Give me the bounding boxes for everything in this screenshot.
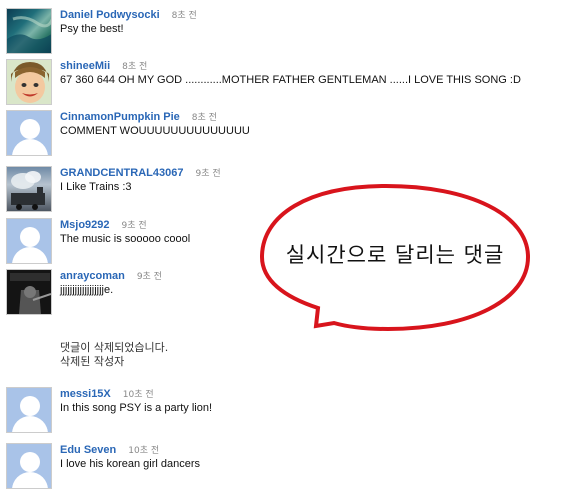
default-person-icon: [20, 452, 40, 472]
comment-time: 10초 전: [128, 446, 160, 456]
avatar[interactable]: [6, 166, 52, 212]
avatar[interactable]: [6, 443, 52, 489]
comment-username[interactable]: messi15X 10초 전: [60, 387, 154, 400]
callout-text: 실시간으로 달리는 댓글: [286, 243, 505, 267]
comment-text: The music is sooooo coool: [60, 233, 191, 245]
comment-time: 8초 전: [122, 62, 148, 72]
comment-time: 9초 전: [121, 221, 147, 231]
comment-text: Psy the best!: [60, 23, 124, 35]
train-smoke-icon: [11, 171, 45, 210]
cartoon-face-icon: [11, 62, 49, 103]
comment-text: 67 360 644 OH MY GOD ............MOTHER …: [60, 74, 521, 86]
comment-username[interactable]: GRANDCENTRAL43067 9초 전: [60, 166, 221, 179]
avatar[interactable]: [6, 8, 52, 54]
default-person-icon: [20, 119, 40, 139]
comment-username[interactable]: shineeMii 8초 전: [60, 59, 147, 72]
avatar[interactable]: [6, 59, 52, 105]
avatar[interactable]: [6, 269, 52, 315]
comment-text: COMMENT WOUUUUUUUUUUUUUU: [60, 125, 250, 137]
comment-time: 10초 전: [122, 390, 154, 400]
default-person-icon: [20, 396, 40, 416]
comment-text: I Like Trains :3: [60, 181, 132, 193]
comment-text: I love his korean girl dancers: [60, 458, 201, 470]
comment-username[interactable]: Msjo9292 9초 전: [60, 218, 147, 231]
comment-text: In this song PSY is a party lion!: [60, 402, 213, 414]
comment-time: 8초 전: [191, 113, 217, 123]
default-person-icon: [20, 227, 40, 247]
avatar[interactable]: [6, 218, 52, 264]
comment-time: 8초 전: [171, 11, 197, 21]
comment-text: jjjjjjjjjjjjjjjjjje.: [60, 284, 114, 296]
call-of-duty-icon: [7, 270, 51, 314]
avatar[interactable]: [6, 387, 52, 433]
comment-username[interactable]: Daniel Podwysocki 8초 전: [60, 8, 197, 21]
deleted-author: 삭제된 작성자: [60, 355, 125, 368]
aerial-landscape-icon: [7, 16, 51, 53]
comment-time: 9초 전: [136, 272, 162, 282]
comment-username[interactable]: CinnamonPumpkin Pie 8초 전: [60, 110, 217, 123]
comment-username[interactable]: anraycoman 9초 전: [60, 269, 162, 282]
comment-time: 9초 전: [195, 169, 221, 179]
avatar[interactable]: [6, 110, 52, 156]
comment-username[interactable]: Edu Seven 10초 전: [60, 443, 159, 456]
